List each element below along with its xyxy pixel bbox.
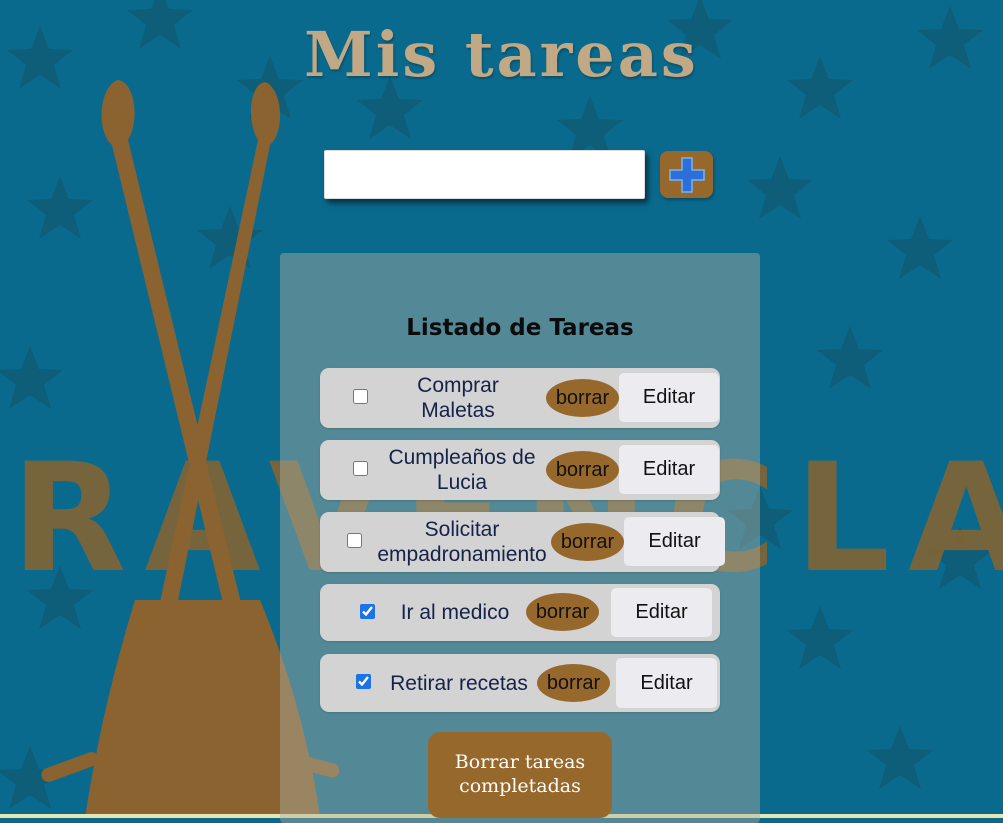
task-text: Comprar Maletas xyxy=(368,373,548,423)
edit-task-button[interactable]: Editar xyxy=(624,517,725,566)
task-item: Comprar Maletas borrar Editar xyxy=(320,368,720,428)
task-list-title: Listado de Tareas xyxy=(406,315,634,341)
task-checkbox[interactable] xyxy=(353,389,368,404)
task-checkbox[interactable] xyxy=(347,533,362,548)
task-text: Cumpleaños de Lucia xyxy=(372,445,552,495)
edit-task-button[interactable]: Editar xyxy=(611,588,712,637)
delete-task-button[interactable]: borrar xyxy=(546,379,619,417)
clear-completed-line2: completadas xyxy=(459,775,581,797)
task-checkbox[interactable] xyxy=(353,461,368,476)
delete-task-button[interactable]: borrar xyxy=(546,451,619,489)
page-title: Mis tareas xyxy=(304,18,699,91)
task-checkbox[interactable] xyxy=(360,604,375,619)
task-checkbox[interactable] xyxy=(356,674,371,689)
task-text-line1: Retirar recetas xyxy=(390,672,528,695)
task-item: Solicitar empadronamiento borrar Editar xyxy=(320,512,725,572)
delete-task-button[interactable]: borrar xyxy=(537,664,610,702)
task-text: Solicitar empadronamiento xyxy=(368,517,556,567)
task-text-line2: Maletas xyxy=(421,399,495,422)
task-text-line1: Solicitar xyxy=(424,518,500,541)
task-item: Ir al medico borrar Editar xyxy=(320,584,720,641)
delete-task-button[interactable]: borrar xyxy=(551,523,624,561)
add-task-button[interactable] xyxy=(660,151,713,198)
task-text-line2: empadronamiento xyxy=(377,543,547,566)
task-item: Cumpleaños de Lucia borrar Editar xyxy=(320,440,720,500)
task-text: Retirar recetas xyxy=(382,671,536,696)
task-text-line1: Ir al medico xyxy=(400,601,510,624)
task-text-line2: Lucia xyxy=(436,471,488,494)
task-text-line1: Cumpleaños de xyxy=(388,446,536,469)
edit-task-button[interactable]: Editar xyxy=(619,373,719,422)
task-item: Retirar recetas borrar Editar xyxy=(320,654,720,712)
clear-completed-line1: Borrar tareas xyxy=(454,751,586,773)
new-task-input[interactable] xyxy=(324,150,645,199)
edit-task-button[interactable]: Editar xyxy=(616,658,717,708)
task-text-line1: Comprar xyxy=(417,374,499,397)
delete-task-button[interactable]: borrar xyxy=(526,593,599,631)
edit-task-button[interactable]: Editar xyxy=(619,445,719,494)
plus-icon xyxy=(669,157,705,193)
clear-completed-button[interactable]: Borrar tareas completadas xyxy=(428,732,612,818)
task-text: Ir al medico xyxy=(390,600,520,625)
